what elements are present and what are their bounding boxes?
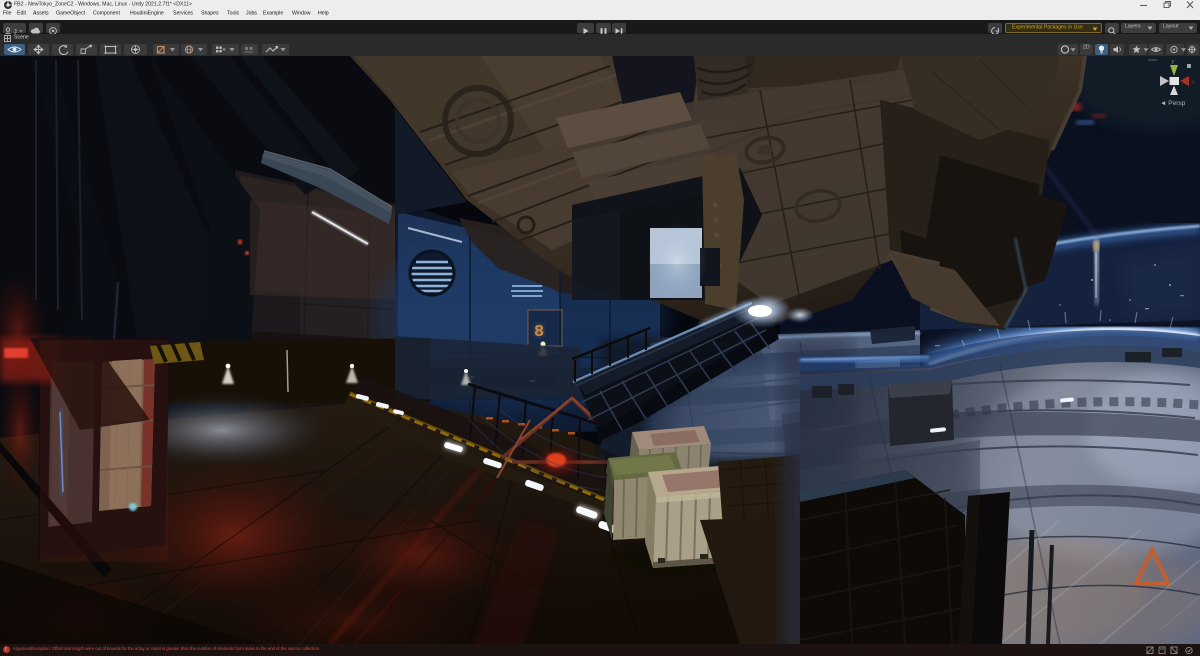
svg-text:x: x: [1192, 80, 1195, 86]
svg-text:◄ Persp: ◄ Persp: [1160, 100, 1186, 107]
svg-text:y: y: [1172, 59, 1175, 65]
svg-text:8: 8: [534, 323, 544, 342]
